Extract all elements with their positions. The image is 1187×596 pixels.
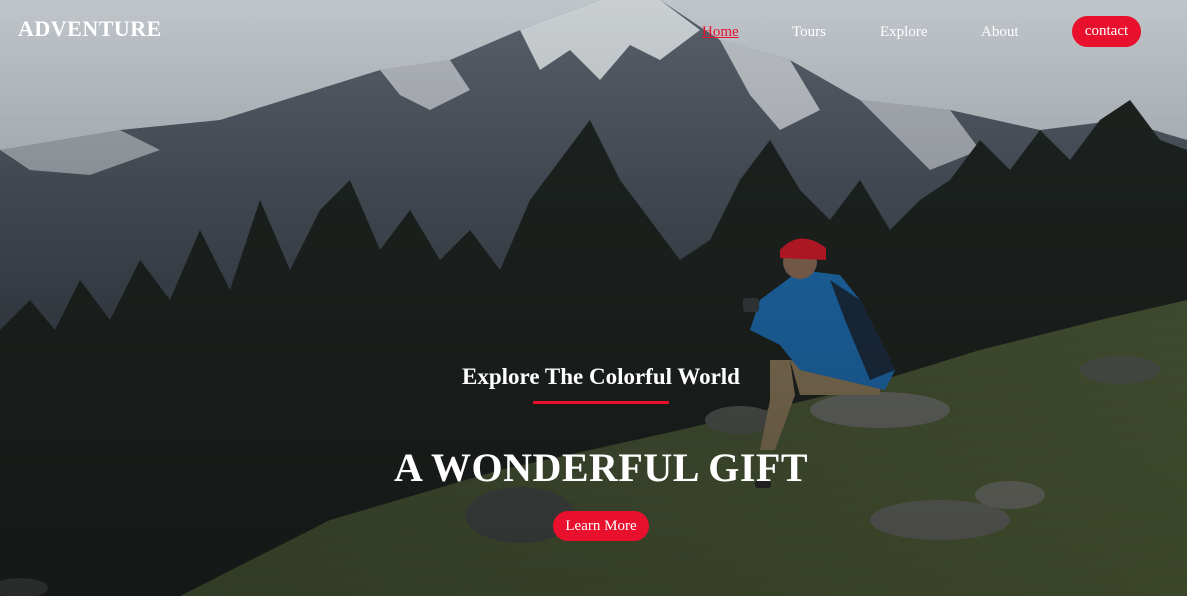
nav-link-explore[interactable]: Explore [880,24,927,41]
nav-link-home[interactable]: Home [702,24,739,41]
hero-headline: A WONDERFUL GIFT [394,445,808,490]
hero-background-image [0,0,1187,596]
subtitle-underline-divider [533,401,669,404]
learn-more-button[interactable]: Learn More [553,511,649,541]
brand-logo[interactable]: ADVENTURE [18,16,162,42]
contact-button[interactable]: contact [1072,16,1141,47]
nav-link-tours[interactable]: Tours [792,24,826,41]
hero-subtitle: Explore The Colorful World [462,364,740,389]
hero-section: ADVENTURE Home Tours Explore About conta… [0,0,1187,596]
top-navbar: ADVENTURE Home Tours Explore About conta… [0,0,1187,64]
nav-link-about[interactable]: About [981,24,1019,41]
